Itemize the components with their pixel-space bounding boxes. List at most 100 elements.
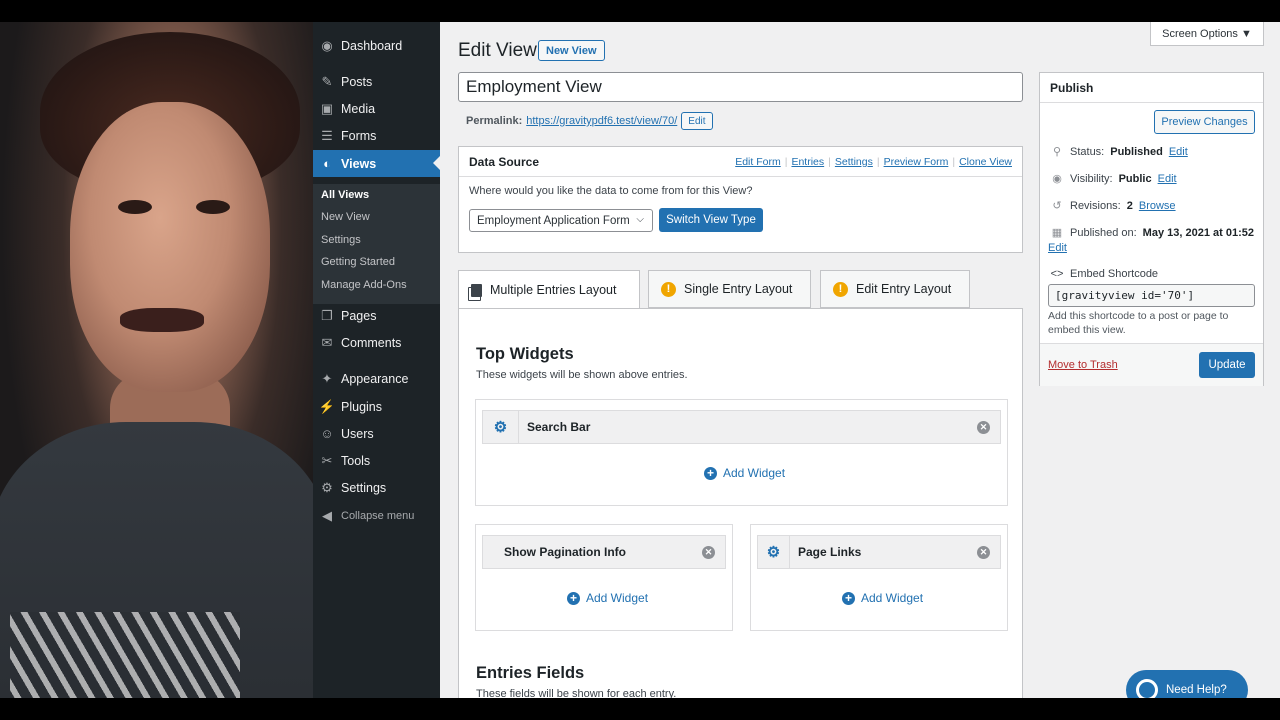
widget-label: Show Pagination Info [504, 545, 626, 559]
media-icon: ▣ [320, 100, 334, 116]
close-icon[interactable]: ✕ [977, 421, 990, 434]
permalink-link[interactable]: https://gravitypdf6.test/view/70/ [526, 115, 677, 127]
publish-footer: Move to Trash Update [1040, 343, 1263, 386]
widget-pagination-info[interactable]: Show Pagination Info ✕ [482, 535, 726, 569]
widget-label: Page Links [798, 545, 862, 559]
sidebar-item-views[interactable]: ◐ Views [313, 150, 440, 177]
visibility-edit-link[interactable]: Edit [1158, 173, 1177, 185]
collapse-menu-label: Collapse menu [341, 509, 415, 522]
presenter-face [70, 102, 270, 392]
data-source-links: Edit Form | Entries | Settings | Preview Fo… [735, 156, 1012, 168]
pin-icon: ✎ [321, 73, 333, 89]
status-label: Status: [1070, 145, 1105, 158]
entries-fields-description: These fields will be shown for each entr… [476, 688, 677, 698]
sidebar-item-comments[interactable]: ✉ Comments [313, 329, 440, 356]
sidebar-item-tools[interactable]: ✂ Tools [313, 447, 440, 474]
sidebar-item-label: Dashboard [341, 38, 403, 53]
add-widget-label: Add Widget [723, 466, 786, 480]
add-widget-label: Add Widget [861, 591, 924, 605]
sidebar-item-forms[interactable]: ☰ Forms [313, 122, 440, 149]
revisions-label: Revisions: [1070, 199, 1121, 212]
submenu-settings[interactable]: Settings [321, 234, 361, 246]
published-edit-link[interactable]: Edit [1048, 242, 1067, 254]
gear-icon[interactable]: ⚙ [758, 536, 790, 568]
edit-form-link[interactable]: Edit Form [735, 156, 781, 168]
tab-single-entry[interactable]: ! Single Entry Layout [648, 270, 811, 308]
widgets-area-left: Show Pagination Info ✕ + Add Widget [475, 524, 733, 631]
dashboard-icon: ◉ [321, 37, 333, 53]
submenu-all-views[interactable]: All Views [321, 189, 369, 201]
sidebar-item-label: Forms [341, 128, 377, 143]
gear-icon[interactable]: ⚙ [483, 411, 519, 443]
update-button[interactable]: Update [1199, 352, 1255, 378]
switch-view-type-button[interactable]: Switch View Type [659, 208, 763, 232]
add-widget-button[interactable]: + Add Widget [567, 591, 648, 605]
need-help-label: Need Help? [1166, 684, 1227, 696]
collapse-icon: ◀ [322, 507, 332, 523]
revisions-row: ↺ Revisions: 2 Browse [1050, 199, 1176, 213]
tab-edit-entry[interactable]: ! Edit Entry Layout [820, 270, 970, 308]
move-to-trash-link[interactable]: Move to Trash [1048, 359, 1118, 371]
visibility-value: Public [1118, 172, 1152, 185]
plus-icon: + [842, 591, 855, 605]
published-label: Published on: [1070, 226, 1137, 239]
clone-view-link[interactable]: Clone View [959, 156, 1012, 168]
permalink-edit-button[interactable]: Edit [681, 112, 713, 130]
comments-icon: ✉ [321, 334, 333, 350]
new-view-button[interactable]: New View [538, 40, 605, 61]
sidebar-item-label: Appearance [341, 371, 409, 386]
submenu-manage-addons[interactable]: Manage Add-Ons [321, 279, 407, 291]
sidebar-item-plugins[interactable]: ⚡ Plugins [313, 393, 440, 420]
settings-link[interactable]: Settings [835, 156, 873, 168]
sidebar-item-label: Pages [341, 308, 377, 323]
close-icon[interactable]: ✕ [977, 546, 990, 559]
add-widget-button[interactable]: + Add Widget [704, 466, 785, 480]
entries-link[interactable]: Entries [791, 156, 824, 168]
status-value: Published [1110, 145, 1163, 158]
need-help-button[interactable]: Need Help? [1126, 670, 1248, 698]
embed-label: Embed Shortcode [1070, 268, 1159, 280]
sidebar-item-dashboard[interactable]: ◉ Dashboard [313, 32, 440, 59]
view-title-input[interactable]: Employment View [458, 72, 1023, 102]
admin-sidebar: ◉ Dashboard ✎ Posts ▣ Media ☰ Forms ◐ Vi… [313, 22, 440, 698]
close-icon[interactable]: ✕ [702, 546, 715, 559]
widget-search-bar[interactable]: ⚙ Search Bar ✕ [482, 410, 1001, 444]
preview-changes-button[interactable]: Preview Changes [1154, 110, 1255, 134]
add-widget-button[interactable]: + Add Widget [842, 591, 923, 605]
sidebar-item-settings[interactable]: ⚙ Settings [313, 474, 440, 501]
form-select-value: Employment Application Form [477, 214, 630, 227]
submenu-new-view[interactable]: New View [321, 211, 370, 223]
revisions-browse-link[interactable]: Browse [1139, 200, 1176, 212]
sidebar-item-label: Settings [341, 480, 387, 495]
appearance-icon: ✦ [321, 370, 333, 386]
shirt-print [10, 612, 240, 698]
sidebar-item-media[interactable]: ▣ Media [313, 95, 440, 122]
plus-icon: + [704, 466, 717, 480]
screen-options-button[interactable]: Screen Options ▼ [1150, 22, 1264, 46]
tab-multiple-entries[interactable]: Multiple Entries Layout [458, 270, 640, 310]
sidebar-item-pages[interactable]: ❐ Pages [313, 302, 440, 329]
published-edit-row: Edit [1048, 242, 1067, 254]
collapse-menu-button[interactable]: ◀ Collapse menu [313, 502, 440, 529]
sidebar-item-users[interactable]: ☺ Users [313, 420, 440, 447]
tab-label: Edit Entry Layout [856, 282, 952, 296]
widget-page-links[interactable]: ⚙ Page Links ✕ [757, 535, 1001, 569]
preview-form-link[interactable]: Preview Form [884, 156, 949, 168]
sidebar-item-label: Tools [341, 453, 371, 468]
link-separator: | [784, 156, 788, 168]
sidebar-item-label: Posts [341, 74, 373, 89]
sidebar-item-appearance[interactable]: ✦ Appearance [313, 365, 440, 392]
calendar-icon: ▦ [1051, 227, 1063, 239]
sidebar-item-label: Users [341, 426, 374, 441]
settings-icon: ⚙ [321, 479, 333, 495]
shortcode-input[interactable]: [gravityview id='70'] [1048, 284, 1255, 307]
submenu-getting-started[interactable]: Getting Started [321, 256, 395, 268]
form-select[interactable]: Employment Application Form ⌵ [469, 209, 653, 232]
sidebar-item-posts[interactable]: ✎ Posts [313, 68, 440, 95]
presenter-eye-right [196, 200, 230, 214]
views-submenu: All Views New View Settings Getting Star… [313, 184, 440, 304]
link-separator: | [952, 156, 956, 168]
add-widget-label: Add Widget [586, 591, 649, 605]
status-edit-link[interactable]: Edit [1169, 146, 1188, 158]
sidebar-item-label: Media [341, 101, 376, 116]
